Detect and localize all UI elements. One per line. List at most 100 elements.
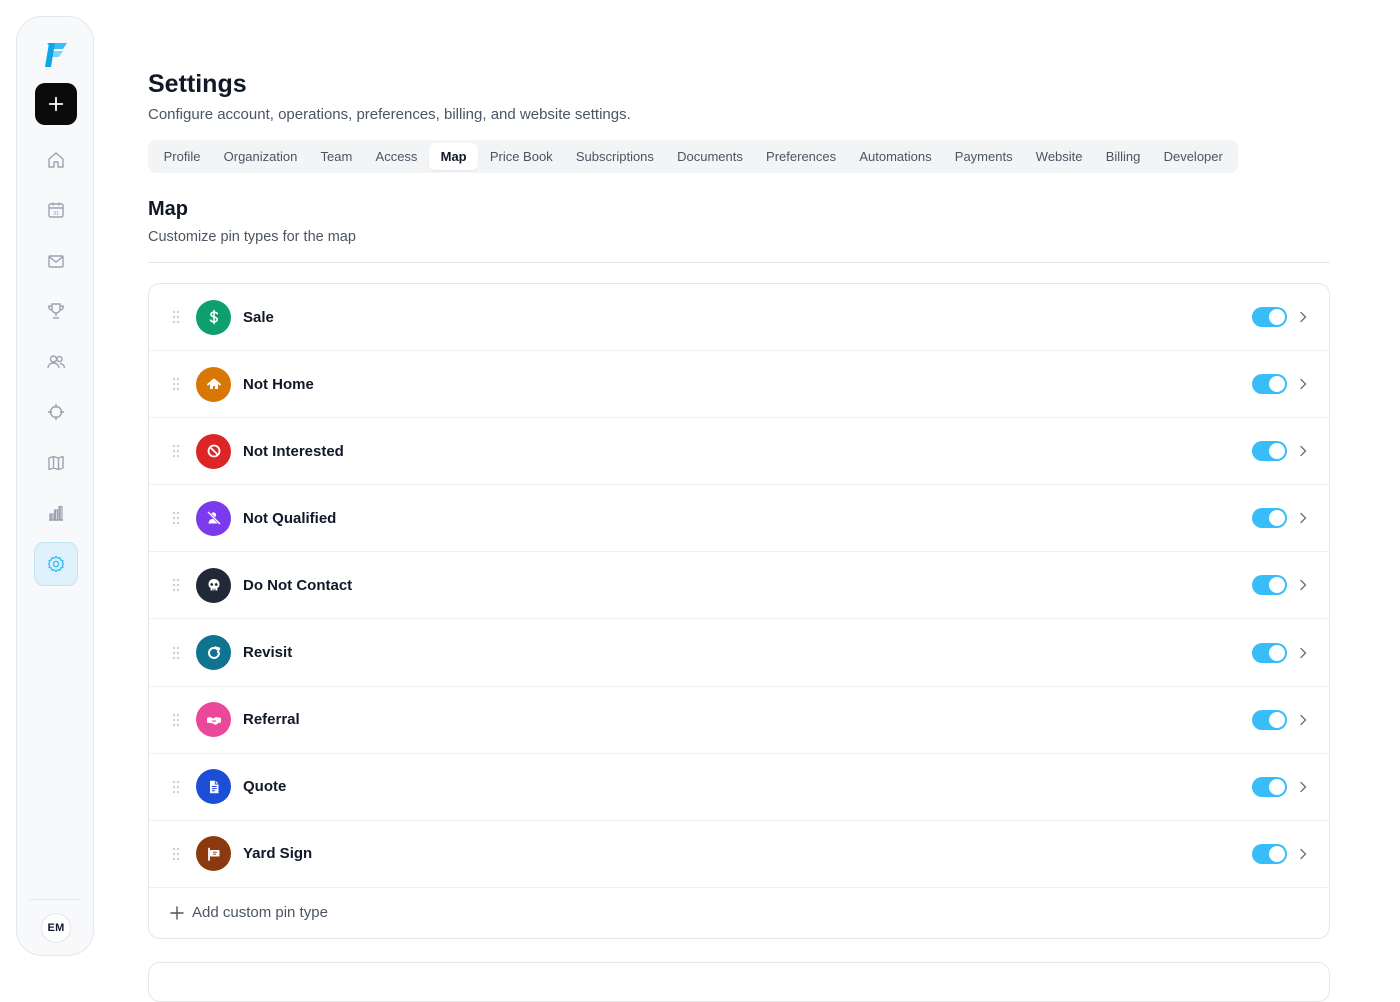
pin-enabled-toggle[interactable] [1252, 642, 1287, 663]
toggle-knob [1269, 510, 1285, 527]
pin-enabled-toggle[interactable] [1252, 307, 1287, 328]
nav-territories[interactable] [34, 390, 78, 434]
pin-row-do-not-contact[interactable]: Do Not Contact [149, 552, 1329, 620]
toggle-knob [1269, 309, 1285, 326]
pin-row-not-interested[interactable]: Not Interested [149, 418, 1329, 486]
pin-label: Do Not Contact [243, 576, 353, 594]
user-avatar[interactable]: EM [41, 913, 71, 943]
nav-home[interactable] [34, 138, 78, 182]
drag-handle-icon[interactable] [171, 847, 181, 861]
nav-team[interactable] [34, 340, 78, 384]
chevron-right-icon[interactable] [1298, 847, 1308, 861]
trophy-icon [48, 303, 64, 319]
chevron-right-icon[interactable] [1298, 377, 1308, 391]
new-button[interactable] [35, 83, 77, 125]
next-section-card [148, 962, 1330, 1002]
chevron-right-icon[interactable] [1298, 310, 1308, 324]
tab-access[interactable]: Access [364, 143, 429, 170]
sign-icon [196, 836, 231, 872]
drag-handle-icon[interactable] [171, 511, 181, 525]
pin-label: Not Home [243, 375, 314, 393]
tab-automations[interactable]: Automations [848, 143, 943, 170]
settings-tabs: Profile Organization Team Access Map Pri… [148, 140, 1239, 173]
pin-label: Not Interested [243, 442, 344, 460]
pin-enabled-toggle[interactable] [1252, 575, 1287, 596]
chevron-right-icon[interactable] [1298, 646, 1308, 660]
pin-label: Referral [243, 711, 300, 729]
home-icon [196, 366, 231, 402]
drag-handle-icon[interactable] [171, 377, 181, 391]
document-icon [196, 769, 231, 805]
pin-row-referral[interactable]: Referral [149, 687, 1329, 754]
mail-icon [48, 255, 64, 268]
tab-team[interactable]: Team [309, 143, 364, 170]
toggle-knob [1269, 443, 1285, 460]
tab-developer[interactable]: Developer [1152, 143, 1234, 170]
nav-map[interactable] [34, 441, 78, 485]
nav-leaderboard[interactable] [34, 289, 78, 333]
tab-organization[interactable]: Organization [212, 143, 309, 170]
toggle-knob [1269, 778, 1285, 795]
drag-handle-icon[interactable] [171, 310, 181, 324]
drag-handle-icon[interactable] [171, 444, 181, 458]
dollar-icon [196, 299, 231, 335]
drag-handle-icon[interactable] [171, 713, 181, 727]
gear-icon [47, 555, 65, 573]
pin-label: Yard Sign [243, 845, 313, 863]
tab-billing[interactable]: Billing [1094, 143, 1152, 170]
nav-messages[interactable] [34, 239, 78, 283]
home-icon [48, 152, 64, 168]
nav-calendar[interactable]: 31 [34, 188, 78, 232]
pin-enabled-toggle[interactable] [1252, 374, 1287, 395]
pin-label: Revisit [243, 644, 293, 662]
toggle-knob [1269, 376, 1285, 393]
tab-price-book[interactable]: Price Book [478, 143, 564, 170]
add-custom-pin-label: Add custom pin type [192, 904, 328, 921]
tab-documents[interactable]: Documents [666, 143, 755, 170]
tab-subscriptions[interactable]: Subscriptions [564, 143, 665, 170]
refresh-icon [196, 635, 231, 671]
users-icon [47, 355, 66, 369]
tab-website[interactable]: Website [1024, 143, 1094, 170]
page-title: Settings [148, 70, 247, 98]
plus-icon [48, 96, 64, 112]
tab-map[interactable]: Map [429, 143, 479, 170]
pin-row-revisit[interactable]: Revisit [149, 619, 1329, 687]
pin-label: Sale [243, 308, 274, 326]
tab-payments[interactable]: Payments [943, 143, 1024, 170]
skull-icon [196, 567, 231, 603]
pin-enabled-toggle[interactable] [1252, 508, 1287, 529]
user-slash-icon [196, 500, 231, 536]
pin-label: Not Qualified [243, 509, 337, 527]
pin-enabled-toggle[interactable] [1252, 776, 1287, 797]
pin-enabled-toggle[interactable] [1252, 843, 1287, 864]
pin-enabled-toggle[interactable] [1252, 709, 1287, 730]
pin-enabled-toggle[interactable] [1252, 441, 1287, 462]
pin-label: Quote [243, 778, 287, 796]
chevron-right-icon[interactable] [1298, 444, 1308, 458]
tab-preferences[interactable]: Preferences [754, 143, 847, 170]
app-logo[interactable] [39, 37, 73, 71]
sidebar-divider [29, 899, 81, 900]
drag-handle-icon[interactable] [171, 646, 181, 660]
handshake-icon [196, 702, 231, 738]
drag-handle-icon[interactable] [171, 578, 181, 592]
chevron-right-icon[interactable] [1298, 578, 1308, 592]
bar-chart-icon [49, 505, 63, 521]
pin-row-yard-sign[interactable]: Yard Sign [149, 821, 1329, 888]
tab-profile[interactable]: Profile [152, 143, 212, 170]
chevron-right-icon[interactable] [1298, 780, 1308, 794]
toggle-knob [1269, 845, 1285, 862]
drag-handle-icon[interactable] [171, 780, 181, 794]
pin-row-not-qualified[interactable]: Not Qualified [149, 485, 1329, 553]
pin-row-sale[interactable]: Sale [149, 284, 1329, 352]
pin-row-quote[interactable]: Quote [149, 754, 1329, 821]
chevron-right-icon[interactable] [1298, 511, 1308, 525]
add-custom-pin-button[interactable]: Add custom pin type [149, 887, 1329, 938]
nav-settings[interactable] [34, 542, 78, 586]
section-subtitle: Customize pin types for the map [148, 229, 356, 245]
nav-reports[interactable] [34, 491, 78, 535]
pin-row-not-home[interactable]: Not Home [149, 351, 1329, 419]
chevron-right-icon[interactable] [1298, 713, 1308, 727]
toggle-knob [1269, 711, 1285, 728]
